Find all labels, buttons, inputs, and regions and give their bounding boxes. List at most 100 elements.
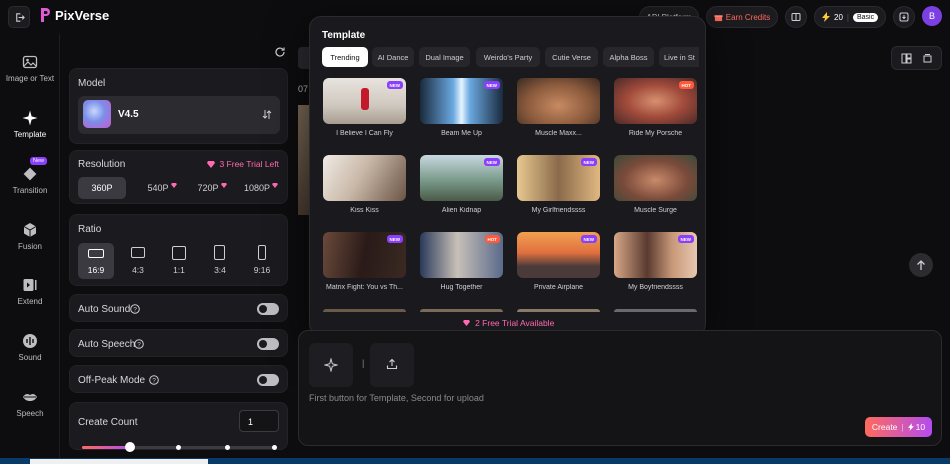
resolution-540p[interactable]: 540P [140, 177, 184, 199]
resolution-720p[interactable]: 720P [190, 177, 234, 199]
gem-icon [207, 160, 216, 168]
tab-weirdos-party[interactable]: Weirdo's Party [476, 47, 540, 67]
template-thumbnail [614, 155, 697, 201]
ratio-4-3[interactable]: 4:3 [120, 243, 156, 279]
template-thumbnail-partial [323, 309, 406, 312]
credits-pill[interactable]: 20 | Basic [814, 6, 886, 28]
sparkle-icon [22, 110, 38, 126]
ratio-shape-icon [131, 247, 145, 258]
refresh-icon[interactable] [274, 46, 286, 58]
view-toggle-group [891, 46, 942, 70]
model-selector[interactable]: V4.5 [78, 96, 280, 134]
template-thumbnail-partial [614, 309, 697, 312]
resolution-label: 540P [147, 183, 169, 193]
off-peak-toggle[interactable] [257, 374, 279, 386]
template-card[interactable]: Muscle Surge [607, 155, 704, 221]
template-card[interactable]: NEW Private Airplane [510, 232, 607, 298]
auto-sound-toggle[interactable] [257, 303, 279, 315]
resolution-1080p[interactable]: 1080P [238, 177, 284, 199]
avatar[interactable]: B [922, 6, 942, 26]
template-name: Beam Me Up [441, 130, 482, 137]
new-badge: NEW [677, 235, 694, 243]
tab-label: Cutie Verse [552, 52, 591, 62]
free-trial-text: 3 Free Trial Left [219, 159, 279, 169]
slider-handle[interactable] [125, 442, 135, 452]
model-card: Model V4.5 [69, 68, 288, 144]
resolution-label: 1080P [243, 183, 271, 193]
ratio-label: 16:9 [87, 265, 105, 275]
upload-button[interactable] [370, 343, 414, 387]
auto-sound-row: Auto Sound ? [69, 294, 288, 322]
scroll-top-button[interactable] [909, 253, 933, 277]
template-thumbnail [323, 155, 406, 201]
ratio-3-4[interactable]: 3:4 [202, 243, 238, 279]
template-card[interactable]: NEW My Girlfriendssss [510, 155, 607, 221]
new-badge: NEW [386, 235, 403, 243]
new-badge: NEW [386, 81, 403, 89]
template-picker-button[interactable] [309, 343, 353, 387]
create-count-input[interactable]: 1 [239, 410, 279, 432]
ratio-9-16[interactable]: 9:16 [244, 243, 280, 279]
figure-shape [361, 88, 369, 110]
download-button[interactable] [893, 6, 915, 28]
create-count-slider[interactable] [82, 442, 277, 452]
ratio-shape-icon [214, 245, 225, 260]
create-button[interactable]: Create | 10 [865, 417, 932, 437]
rail-item-extend[interactable]: Extend [0, 277, 60, 306]
template-card[interactable]: Kiss Kiss [316, 155, 413, 221]
free-trial-indicator: 3 Free Trial Left [207, 159, 279, 169]
rail-item-transition[interactable]: New Transition [0, 157, 60, 195]
ratio-1-1[interactable]: 1:1 [161, 243, 197, 279]
back-button[interactable] [8, 6, 30, 28]
template-card[interactable]: NEW I Believe I Can Fly [316, 78, 413, 144]
template-card[interactable]: Muscle Maxx... [510, 78, 607, 144]
template-card[interactable]: NEW My Boyfriendssss [607, 232, 704, 298]
slider-tick [225, 445, 230, 450]
grid-view-icon[interactable] [901, 53, 912, 64]
list-view-icon[interactable] [922, 53, 933, 64]
rail-item-sound[interactable]: Sound [0, 333, 60, 362]
tab-cutie-verse[interactable]: Cutie Verse [545, 47, 598, 67]
template-card[interactable]: NEW Beam Me Up [413, 78, 510, 144]
create-count-value: 1 [248, 417, 254, 427]
prompt-hint[interactable]: First button for Template, Second for up… [309, 393, 484, 403]
tab-alpha-boss[interactable]: Alpha Boss [603, 47, 654, 67]
template-card[interactable]: NEW Matrix Fight: You vs Th... [316, 232, 413, 298]
help-icon[interactable]: ? [149, 375, 159, 385]
template-card[interactable]: HOT Hug Together [413, 232, 510, 298]
rail-item-template[interactable]: Template [0, 110, 60, 139]
tab-label: Live in St [664, 52, 695, 62]
svg-text:?: ? [133, 307, 137, 314]
rail-label: Speech [16, 409, 44, 418]
rail-item-speech[interactable]: Speech [0, 389, 60, 418]
ratio-shape-icon [88, 249, 104, 258]
template-name: Ride My Porsche [628, 130, 683, 137]
tab-live-in-st[interactable]: Live in St [659, 47, 699, 67]
template-card[interactable]: HOT Ride My Porsche [607, 78, 704, 144]
earn-credits-button[interactable]: Earn Credits [706, 6, 778, 28]
tool-rail: Image or Text Template New Transition Fu… [0, 34, 60, 464]
rail-label: Image or Text [5, 74, 55, 83]
tab-trending[interactable]: Trending [322, 47, 368, 67]
create-label: Create [871, 422, 898, 432]
auto-speech-label: Auto Speech [78, 339, 136, 350]
template-thumbnail-partial [517, 309, 600, 312]
rail-item-fusion[interactable]: Fusion [0, 222, 60, 251]
help-icon[interactable]: ? [134, 339, 144, 349]
rail-item-image-or-text[interactable]: Image or Text [0, 54, 60, 83]
help-icon[interactable]: ? [130, 304, 140, 314]
model-title: Model [78, 78, 106, 89]
ratio-16-9[interactable]: 16:9 [78, 243, 114, 279]
resolution-label: 360P [91, 183, 113, 193]
library-button[interactable] [785, 6, 807, 28]
off-peak-row: Off-Peak Mode ? [69, 365, 288, 393]
resolution-360p[interactable]: 360P [78, 177, 126, 199]
logo[interactable]: PixVerse [40, 7, 109, 23]
rail-label: Extend [17, 297, 43, 306]
template-card[interactable]: NEW Alien Kidnap [413, 155, 510, 221]
new-badge: NEW [580, 235, 597, 243]
slider-fill [82, 446, 130, 449]
auto-speech-toggle[interactable] [257, 338, 279, 350]
tab-ai-dance[interactable]: AI Dance [372, 47, 414, 67]
tab-dual-image[interactable]: Dual Image [419, 47, 470, 67]
